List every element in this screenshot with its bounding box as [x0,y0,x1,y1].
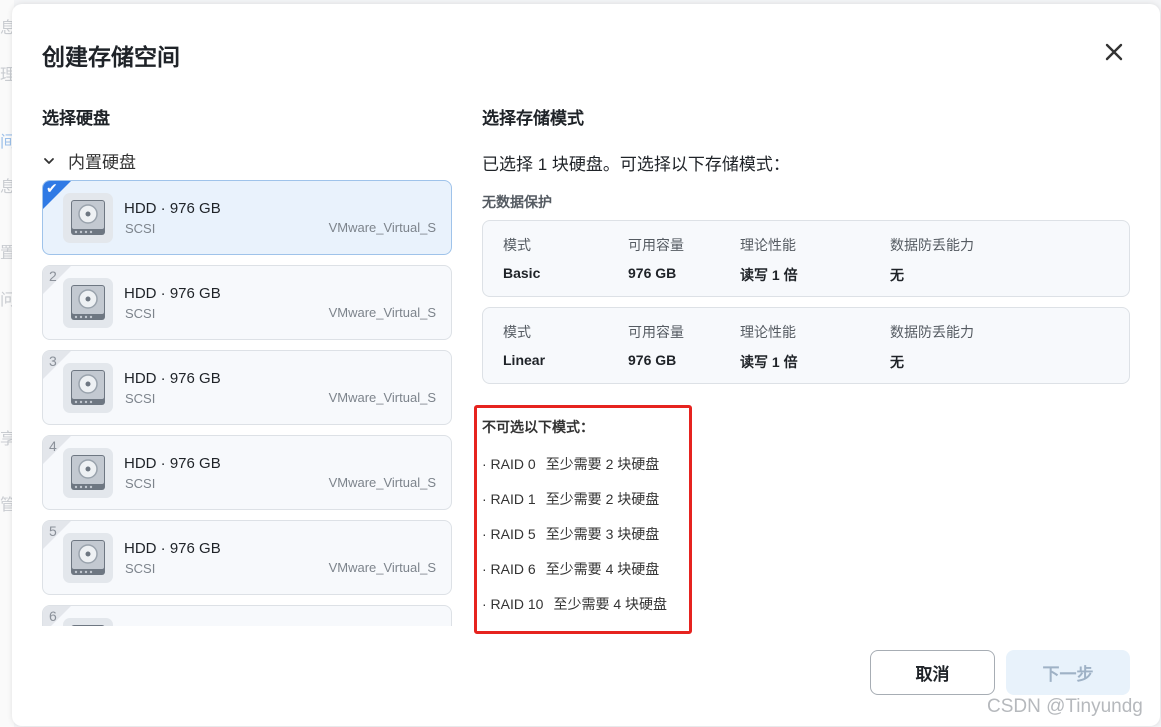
protection-value: 无 [890,354,904,370]
raid-mode-name: · RAID 5 [482,526,536,542]
unavailable-mode-item: · RAID 1 至少需要 2 块硬盘 [482,489,659,509]
performance-header: 理论性能 [740,237,796,253]
disk-interface: SCSI [125,221,156,236]
disk-name: HDD · 976 GB [124,200,221,217]
checkmark-icon: ✔ [46,180,58,196]
raid-requirement: 至少需要 2 块硬盘 [545,491,660,507]
disk-index: 4 [49,438,57,454]
disk-name: HDD · 976 GB [124,540,221,557]
builtin-disk-group-toggle[interactable]: 内置硬盘 [42,148,136,173]
raid-requirement: 至少需要 3 块硬盘 [545,526,660,542]
raid-mode-name: · RAID 0 [482,456,536,472]
disk-interface: SCSI [125,561,156,576]
hard-disk-icon [63,363,113,413]
disk-index: 6 [49,608,57,624]
disk-item[interactable]: 3 HDD · 976 GB SCSI VMware_Virtual_S [42,350,452,425]
disk-index: 3 [49,353,57,369]
unavailable-modes-title: 不可选以下模式： [482,419,594,435]
disk-model: VMware_Virtual_S [328,560,436,575]
raid-mode-name: · RAID 10 [482,596,544,612]
next-step-button[interactable]: 下一步 [1006,650,1130,695]
raid-mode-name: · RAID 6 [482,561,536,577]
mode-value: Basic [503,265,541,281]
disk-interface: SCSI [125,391,156,406]
create-storage-dialog: 创建存储空间 选择硬盘 内置硬盘 ✔ HDD · 976 GB SCSI VMw… [12,4,1160,726]
protection-value: 无 [890,267,904,283]
disk-item[interactable]: 4 HDD · 976 GB SCSI VMware_Virtual_S [42,435,452,510]
raid-requirement: 至少需要 4 块硬盘 [553,596,668,612]
mode-value: Linear [503,352,546,368]
capacity-value: 976 GB [628,265,677,281]
disk-name: HDD · 976 GB [124,285,221,302]
disk-model: VMware_Virtual_S [328,220,436,235]
no-protection-label: 无数据保护 [482,194,552,210]
mode-option-basic[interactable]: 模式 可用容量 理论性能 数据防丢能力 Basic 976 GB 读写 1 倍 … [482,220,1130,297]
disk-interface: SCSI [125,476,156,491]
disk-name: HDD · 976 GB [124,455,221,472]
select-mode-title: 选择存储模式 [482,109,584,128]
protection-header: 数据防丢能力 [890,237,974,253]
disk-interface: SCSI [125,306,156,321]
disk-item[interactable]: 2 HDD · 976 GB SCSI VMware_Virtual_S [42,265,452,340]
mode-option-linear[interactable]: 模式 可用容量 理论性能 数据防丢能力 Linear 976 GB 读写 1 倍… [482,307,1130,384]
select-disk-title: 选择硬盘 [42,109,110,128]
unavailable-mode-item: · RAID 6 至少需要 4 块硬盘 [482,559,659,579]
disk-item[interactable]: 5 HDD · 976 GB SCSI VMware_Virtual_S [42,520,452,595]
disk-model: VMware_Virtual_S [328,390,436,405]
hard-disk-icon [63,278,113,328]
cancel-button[interactable]: 取消 [870,650,995,695]
capacity-value: 976 GB [628,352,677,368]
hard-disk-icon [63,448,113,498]
builtin-disk-group-label: 内置硬盘 [68,153,136,172]
unavailable-mode-item: · RAID 10 至少需要 4 块硬盘 [482,594,667,614]
raid-requirement: 至少需要 4 块硬盘 [545,561,660,577]
capacity-header: 可用容量 [628,237,684,253]
disk-model: VMware_Virtual_S [328,305,436,320]
disk-index: 2 [49,268,57,284]
performance-value: 读写 1 倍 [740,354,798,370]
capacity-header: 可用容量 [628,324,684,340]
mode-header: 模式 [503,324,531,340]
close-button[interactable] [1102,40,1126,64]
raid-mode-name: · RAID 1 [482,491,536,507]
raid-requirement: 至少需要 2 块硬盘 [545,456,660,472]
hard-disk-icon [63,193,113,243]
disk-model: VMware_Virtual_S [328,475,436,490]
disk-name: HDD · 976 GB [124,370,221,387]
protection-header: 数据防丢能力 [890,324,974,340]
watermark: CSDN @Tinyundg [987,696,1143,717]
hard-disk-icon [63,618,113,626]
hard-disk-icon [63,533,113,583]
mode-header: 模式 [503,237,531,253]
unavailable-mode-item: · RAID 0 至少需要 2 块硬盘 [482,454,659,474]
close-icon [1105,43,1123,61]
unavailable-mode-item: · RAID 5 至少需要 3 块硬盘 [482,524,659,544]
performance-header: 理论性能 [740,324,796,340]
chevron-down-icon [44,157,54,164]
disk-list[interactable]: ✔ HDD · 976 GB SCSI VMware_Virtual_S 2 H… [42,180,454,626]
performance-value: 读写 1 倍 [740,267,798,283]
disk-item[interactable]: 6 [42,605,452,626]
selection-info: 已选择 1 块硬盘。可选择以下存储模式： [482,155,790,174]
disk-index: 5 [49,523,57,539]
dialog-title: 创建存储空间 [42,44,180,70]
disk-item[interactable]: ✔ HDD · 976 GB SCSI VMware_Virtual_S [42,180,452,255]
